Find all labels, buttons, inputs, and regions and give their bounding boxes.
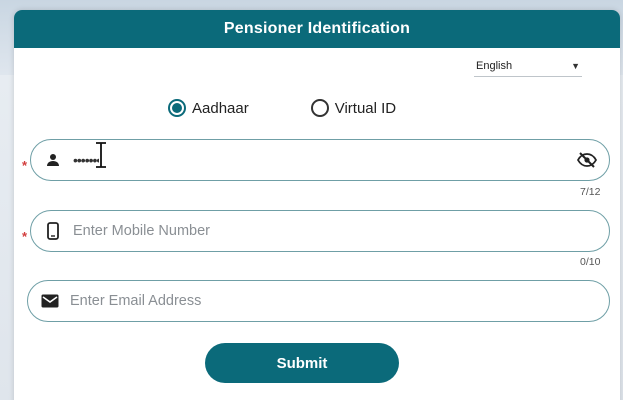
card-title: Pensioner Identification bbox=[223, 20, 411, 37]
radio-aadhaar[interactable]: Aadhaar bbox=[168, 99, 249, 117]
radio-button-selected-icon bbox=[168, 99, 186, 117]
language-selected: English bbox=[476, 59, 513, 72]
email-input[interactable]: Enter Email Address bbox=[27, 280, 610, 322]
email-placeholder: Enter Email Address bbox=[70, 293, 202, 309]
mobile-number-input[interactable]: Enter Mobile Number bbox=[30, 210, 610, 252]
language-select[interactable]: English ▼ bbox=[474, 55, 582, 77]
id-type-radio-group: Aadhaar Virtual ID bbox=[168, 99, 396, 117]
chevron-down-icon: ▼ bbox=[571, 60, 580, 71]
mobile-char-counter: 0/10 bbox=[580, 256, 601, 268]
text-cursor-icon bbox=[96, 141, 106, 169]
radio-aadhaar-label: Aadhaar bbox=[192, 99, 249, 117]
radio-virtual-id[interactable]: Virtual ID bbox=[310, 99, 397, 117]
mobile-required-marker: * bbox=[22, 229, 28, 244]
mobile-placeholder: Enter Mobile Number bbox=[73, 223, 210, 239]
radio-virtual-id-label: Virtual ID bbox=[334, 99, 397, 117]
aadhaar-input[interactable]: ••••••• bbox=[30, 139, 610, 181]
smartphone-icon bbox=[43, 222, 63, 240]
aadhaar-required-marker: * bbox=[22, 158, 28, 173]
radio-button-icon bbox=[310, 99, 329, 117]
mail-icon bbox=[40, 294, 60, 308]
submit-button[interactable]: Submit bbox=[205, 343, 399, 383]
person-icon bbox=[43, 153, 63, 167]
aadhaar-char-counter: 7/12 bbox=[580, 186, 601, 198]
visibility-off-icon[interactable] bbox=[577, 152, 597, 168]
aadhaar-masked-value: ••••••• bbox=[73, 152, 101, 168]
card-header: Pensioner Identification bbox=[14, 10, 620, 48]
